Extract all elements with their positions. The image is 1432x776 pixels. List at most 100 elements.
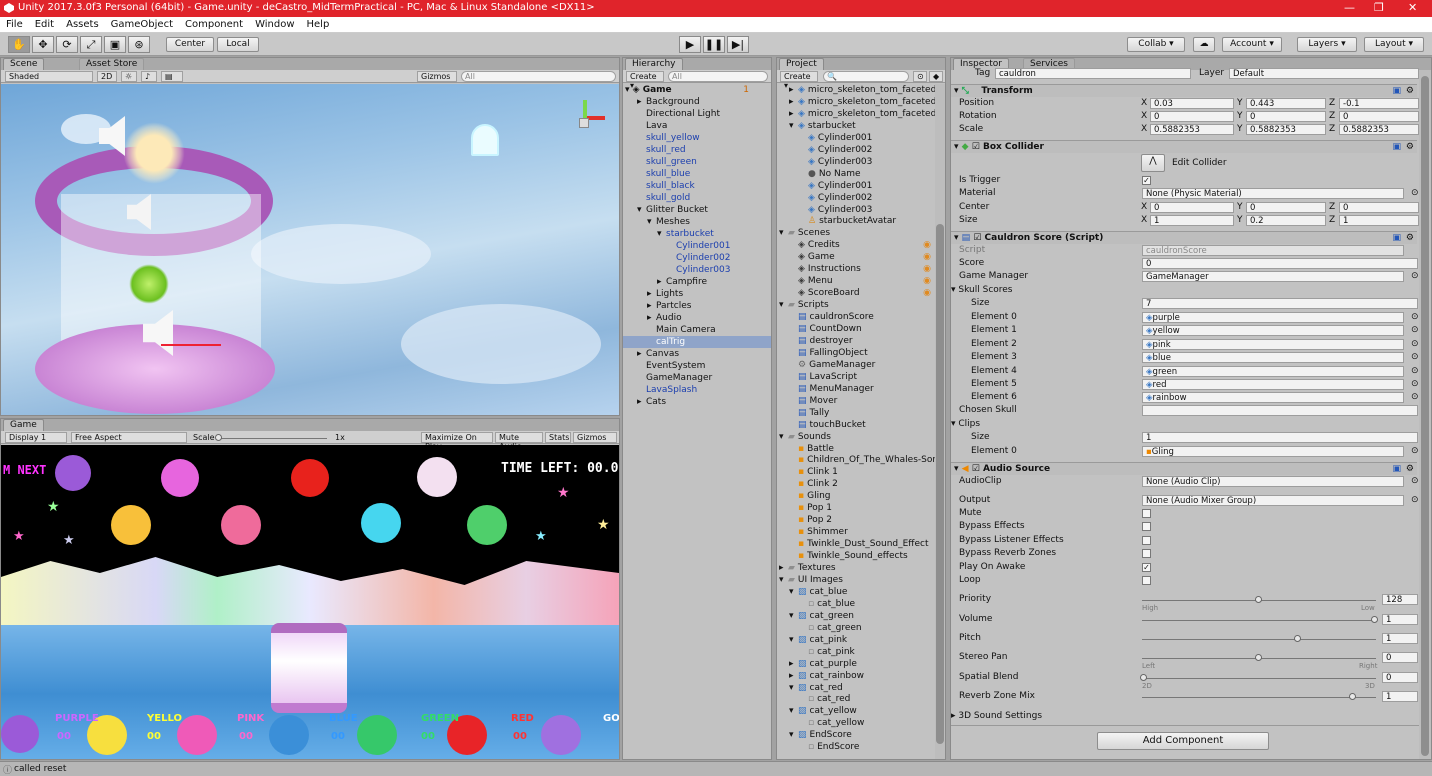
project-item[interactable]: ▾ ▰ Scripts [777,299,933,311]
hierarchy-item[interactable]: skull_black [623,180,771,192]
project-item[interactable]: ▪ Clink 2 [777,478,933,490]
inspector-scrollbar[interactable] [1419,70,1431,759]
collab-button[interactable]: Collab ▾ [1127,37,1185,52]
object-picker-icon[interactable]: ⊙ [1411,378,1419,391]
hierarchy-item[interactable]: ▸ Campfire [623,276,771,288]
foldout-arrow-icon[interactable]: ▸ [637,396,646,408]
skull-size-field[interactable]: 7 [1142,298,1418,309]
object-picker-icon[interactable]: ⊙ [1411,324,1419,337]
tab-scene[interactable]: Scene [3,58,45,70]
project-item[interactable]: ⚙ GameManager [777,359,933,371]
foldout-arrow-icon[interactable]: ▸ [647,300,656,312]
project-item[interactable]: ◈ Instructions ◉ [777,263,933,275]
project-item[interactable]: ▫ cat_red [777,693,933,705]
hierarchy-item[interactable]: ▸ Partcles [623,300,771,312]
rect-tool-icon[interactable]: ▣ [104,36,126,53]
rotate-tool-icon[interactable]: ⟳ [56,36,78,53]
project-item[interactable]: ▫ cat_yellow [777,717,933,729]
tag-dropdown[interactable]: cauldron [995,68,1191,79]
menu-gameobject[interactable]: GameObject [105,17,179,30]
box-collider-enabled-checkbox[interactable]: ☑ [972,142,980,152]
project-item[interactable]: ▾ ▨ cat_pink [777,634,933,646]
pitch-slider-knob[interactable] [1294,635,1301,642]
hierarchy-item[interactable]: Cylinder002 [623,252,771,264]
position-y[interactable]: 0.443 [1246,98,1326,109]
material-field[interactable]: None (Physic Material) [1142,188,1404,199]
project-item[interactable]: ▪ Pop 1 [777,502,933,514]
project-item[interactable]: ◈ Cylinder003 [777,204,933,216]
rotation-z[interactable]: 0 [1339,111,1419,122]
settings-gear-icon[interactable]: ⚙ [1406,141,1414,153]
project-item[interactable]: ◈ Cylinder001 [777,180,933,192]
project-item[interactable]: ▾ ▨ cat_red [777,682,933,694]
foldout-arrow-icon[interactable]: ▾ [789,729,798,741]
project-item[interactable]: ● No Name [777,168,933,180]
project-item[interactable]: ▤ touchBucket [777,419,933,431]
hierarchy-item[interactable]: ▸ Canvas [623,348,771,360]
project-item[interactable]: ▪ Gling [777,490,933,502]
position-x[interactable]: 0.03 [1150,98,1234,109]
project-item[interactable]: ◈ Cylinder002 [777,192,933,204]
2d-toggle[interactable]: 2D [97,71,117,82]
scale-x[interactable]: 0.5882353 [1150,124,1234,135]
foldout-arrow-icon[interactable]: ▾ [779,431,788,443]
project-item[interactable]: ♙ starbucketAvatar [777,215,933,227]
tab-hierarchy[interactable]: Hierarchy [625,58,683,70]
hierarchy-item[interactable]: calTrig [623,336,771,348]
skull-element-field[interactable]: ◈purple [1142,312,1404,323]
help-icon[interactable]: ▣ [1392,141,1401,153]
foldout-arrow-icon[interactable]: ▾ [779,574,788,586]
hierarchy-item[interactable]: LavaSplash [623,384,771,396]
project-item[interactable]: ▤ Tally [777,407,933,419]
hierarchy-item[interactable]: Lava [623,120,771,132]
skull-element-field[interactable]: ◈red [1142,379,1404,390]
project-item[interactable]: ▤ FallingObject [777,347,933,359]
object-picker-icon[interactable]: ⊙ [1411,351,1419,364]
clips-size-field[interactable]: 1 [1142,432,1418,443]
project-item[interactable]: ▸ ◈ micro_skeleton_tom_faceted_ [777,96,941,108]
hierarchy-item[interactable]: Main Camera [623,324,771,336]
settings-gear-icon[interactable]: ⚙ [1406,85,1414,97]
project-item[interactable]: ▪ Twinkle_Sound_effects [777,550,933,562]
mute-checkbox[interactable] [1142,509,1151,518]
cauldron-score-enabled-checkbox[interactable]: ☑ [973,233,981,243]
layout-dropdown[interactable]: Layout ▾ [1364,37,1424,52]
menu-help[interactable]: Help [301,17,336,30]
output-field[interactable]: None (Audio Mixer Group) [1142,495,1404,506]
project-item[interactable]: ▾ ▰ UI Images [777,574,933,586]
foldout-arrow-icon[interactable]: ▾ [789,586,798,598]
project-item[interactable]: ▪ Children_Of_The_Whales-Sor [777,454,936,466]
hierarchy-item[interactable]: Directional Light [623,108,771,120]
close-icon[interactable]: ✕ [1408,1,1417,14]
object-picker-icon[interactable]: ⊙ [1411,311,1419,324]
project-item[interactable]: ▾ ▨ cat_yellow [777,705,933,717]
cloud-button[interactable]: ☁ [1193,37,1215,52]
foldout-arrow-icon[interactable]: ▸ [789,96,798,108]
project-item[interactable]: ▸ ◈ micro_skeleton_tom_faceted_ [777,84,941,96]
project-create-dropdown[interactable]: Create ▾ [780,71,818,90]
audio-source-enabled-checkbox[interactable]: ☑ [972,464,980,474]
project-item[interactable]: ▸ ▰ Textures [777,562,933,574]
hierarchy-item[interactable]: ▾ Meshes [623,216,771,228]
axis-gizmo[interactable] [563,96,607,140]
project-item[interactable]: ▫ cat_green [777,622,933,634]
foldout-arrow-icon[interactable]: ▸ [789,108,798,120]
foldout-arrow-icon[interactable]: ▾ [779,227,788,239]
project-item[interactable]: ▪ Battle [777,443,933,455]
hierarchy-scene-root[interactable]: ▾ ◈ Game 1 [625,84,771,96]
skull-scores-foldout[interactable]: ▾ Skull Scores [951,284,1013,297]
project-item[interactable]: ▾ ▨ EndScore [777,729,933,741]
hierarchy-search-input[interactable]: All [668,71,768,82]
position-z[interactable]: -0.1 [1339,98,1419,109]
project-item[interactable]: ▾ ▨ cat_blue [777,586,933,598]
stereo-pan-field[interactable]: 0 [1382,652,1418,663]
project-item[interactable]: ◈ ScoreBoard ◉ [777,287,933,299]
foldout-arrow-icon[interactable]: ▸ [637,348,646,360]
project-item[interactable]: ▪ Clink 1 [777,466,933,478]
layer-dropdown[interactable]: Default [1229,68,1419,79]
project-item[interactable]: ▫ cat_pink [777,646,933,658]
add-component-button[interactable]: Add Component [1097,732,1269,750]
help-icon[interactable]: ▣ [1392,85,1401,97]
minimize-icon[interactable]: — [1344,1,1355,14]
size-x[interactable]: 1 [1150,215,1234,226]
